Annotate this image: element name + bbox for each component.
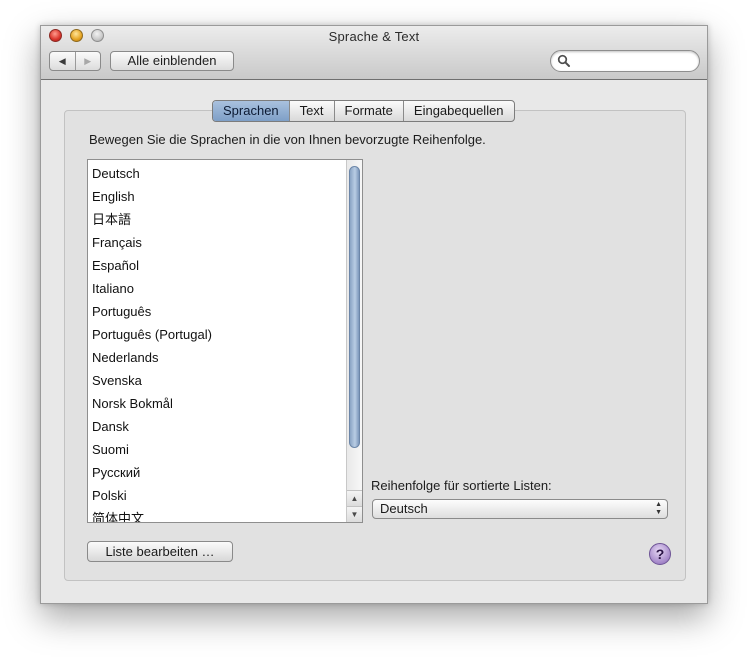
edit-list-button[interactable]: Liste bearbeiten …: [87, 541, 233, 562]
language-item[interactable]: English: [92, 185, 344, 208]
language-item[interactable]: Русский: [92, 461, 344, 484]
popup-updown-icon: ▲ ▼: [655, 501, 662, 516]
window-title: Sprache & Text: [328, 29, 420, 44]
language-item[interactable]: Dansk: [92, 415, 344, 438]
language-item[interactable]: Norsk Bokmål: [92, 392, 344, 415]
search-icon: [557, 54, 570, 67]
sort-order-popup[interactable]: Deutsch ▲ ▼: [372, 499, 668, 519]
language-item[interactable]: Italiano: [92, 277, 344, 300]
help-button[interactable]: ?: [649, 543, 671, 565]
scroll-up-arrow-icon[interactable]: ▲: [347, 490, 362, 506]
language-item[interactable]: Português (Portugal): [92, 323, 344, 346]
search-field[interactable]: [550, 50, 700, 72]
language-item[interactable]: Português: [92, 300, 344, 323]
tab-sprachen[interactable]: Sprachen: [213, 101, 289, 121]
instruction-text: Bewegen Sie die Sprachen in die von Ihne…: [89, 132, 486, 147]
language-item[interactable]: Svenska: [92, 369, 344, 392]
sort-order-label: Reihenfolge für sortierte Listen:: [371, 478, 552, 493]
language-item[interactable]: 简体中文: [92, 507, 344, 522]
language-item[interactable]: Français: [92, 231, 344, 254]
tab-bar: Sprachen Text Formate Eingabequellen: [212, 100, 515, 122]
language-item[interactable]: Deutsch: [92, 162, 344, 185]
tab-formate[interactable]: Formate: [333, 101, 403, 121]
forward-arrow-icon: ▶: [84, 55, 92, 66]
back-arrow-icon: ◀: [58, 55, 66, 66]
language-item[interactable]: Polski: [92, 484, 344, 507]
show-all-button[interactable]: Alle einblenden: [110, 51, 234, 71]
language-list[interactable]: Deutsch English 日本語 Français Español Ita…: [87, 159, 363, 523]
language-item[interactable]: 日本語: [92, 208, 344, 231]
tab-text[interactable]: Text: [288, 101, 334, 121]
preferences-window: Sprache & Text ◀ ▶ Alle einblenden Sprac…: [40, 25, 708, 604]
language-item[interactable]: Español: [92, 254, 344, 277]
navigation-buttons: ◀ ▶: [49, 51, 101, 71]
sort-order-value: Deutsch: [380, 501, 428, 516]
back-button[interactable]: ◀: [50, 52, 75, 70]
tab-eingabequellen[interactable]: Eingabequellen: [402, 101, 514, 121]
scroll-down-arrow-icon[interactable]: ▼: [347, 506, 362, 522]
title-bar: Sprache & Text ◀ ▶ Alle einblenden: [41, 26, 707, 80]
scrollbar-thumb[interactable]: [349, 166, 360, 448]
language-item[interactable]: Suomi: [92, 438, 344, 461]
forward-button[interactable]: ▶: [74, 52, 101, 70]
vertical-scrollbar[interactable]: ▲ ▼: [346, 160, 362, 522]
language-item[interactable]: Nederlands: [92, 346, 344, 369]
language-items: Deutsch English 日本語 Français Español Ita…: [92, 162, 344, 522]
